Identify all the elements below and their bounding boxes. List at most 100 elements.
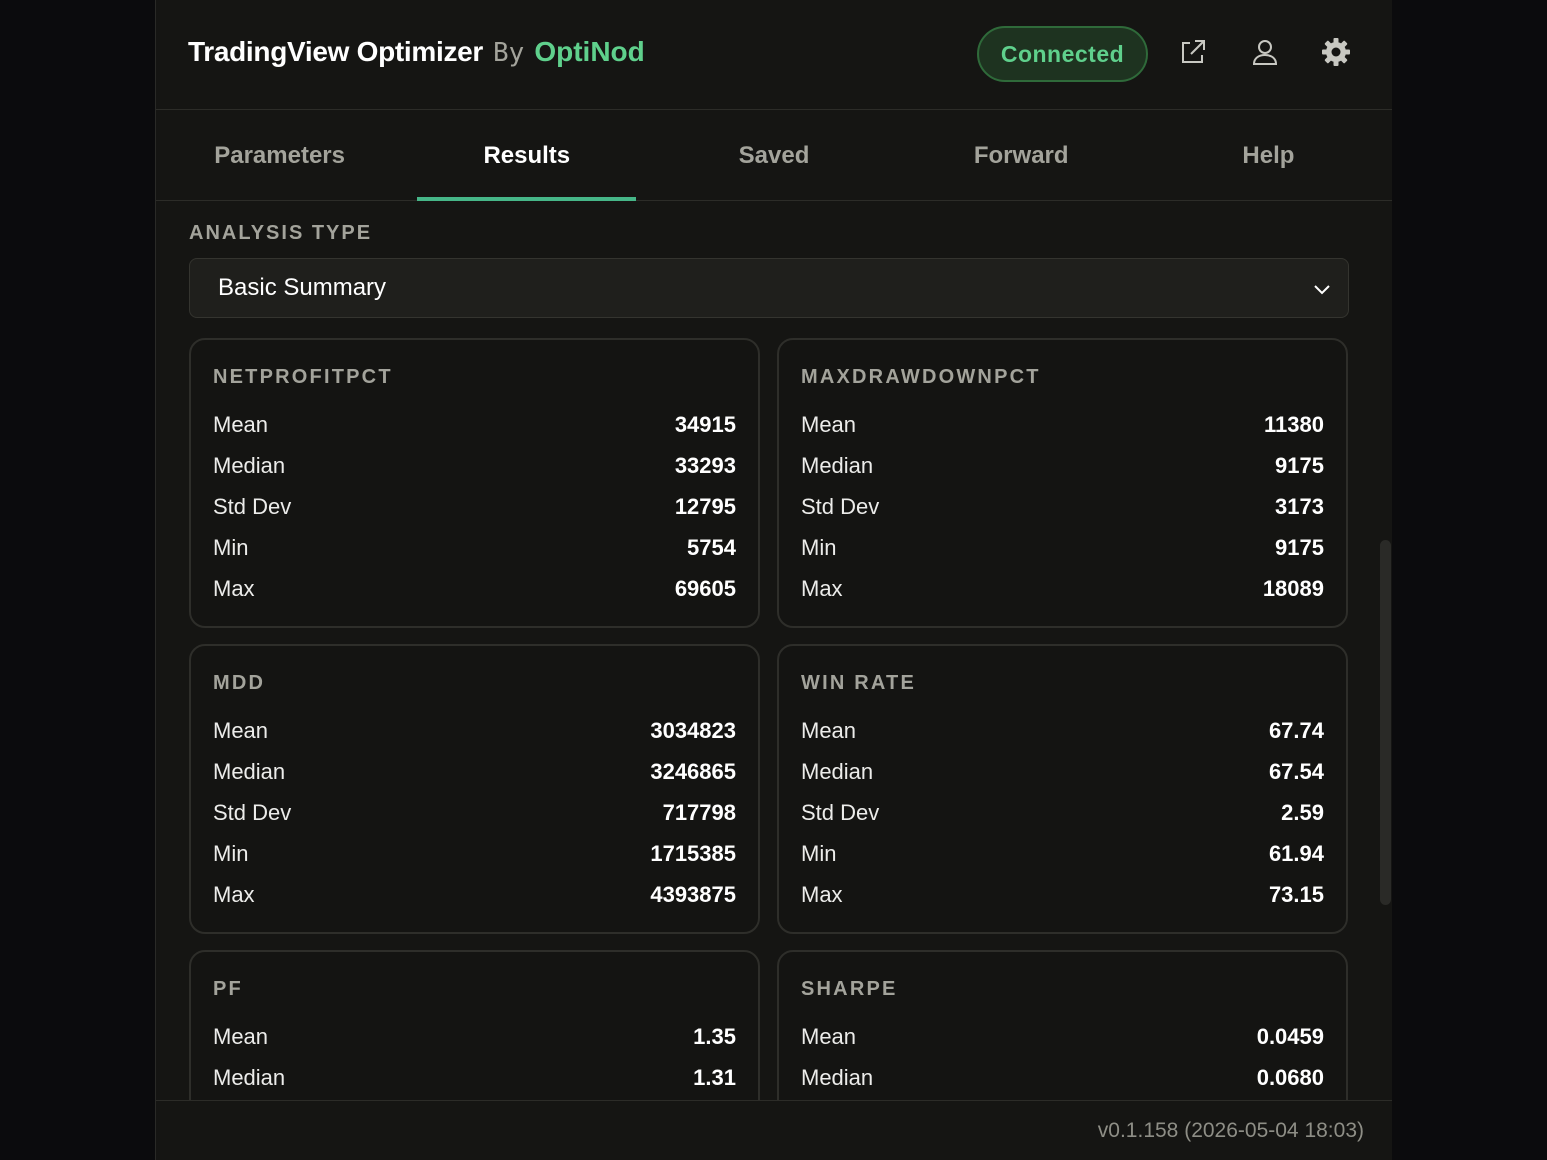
stat-label: Median xyxy=(801,452,874,478)
stat-value: 0.0459 xyxy=(1256,1023,1324,1049)
stat-card-netprofitpct: NETPROFITPCT Mean 34915 Median 33293 Std D… xyxy=(189,338,760,628)
stat-value: 18089 xyxy=(1262,576,1324,602)
card-title: WIN RATE xyxy=(801,672,916,694)
stat-row-median: Median 1.31 xyxy=(213,1057,736,1098)
brand: TradingView Optimizer By OptiNod xyxy=(188,36,645,68)
stat-row-median: Median 3246865 xyxy=(213,751,736,792)
stat-label: Min xyxy=(801,841,837,867)
stat-value: 73.15 xyxy=(1268,882,1324,908)
stat-value: 0.0680 xyxy=(1256,1064,1324,1090)
stat-label: Max xyxy=(213,882,255,908)
scrollbar[interactable] xyxy=(1380,540,1391,905)
stat-value: 11380 xyxy=(1264,411,1324,437)
stat-row-median: Median 67.54 xyxy=(801,751,1324,792)
stat-value: 717798 xyxy=(662,799,736,825)
stat-label: Max xyxy=(801,882,843,908)
stat-label: Mean xyxy=(801,411,857,437)
stat-value: 69605 xyxy=(674,576,736,602)
analysis-type-select[interactable]: Basic Summary xyxy=(189,258,1349,318)
stat-label: Median xyxy=(213,1064,286,1090)
analysis-type-value: Basic Summary xyxy=(218,274,387,301)
stat-value: 4393875 xyxy=(650,882,736,908)
app-name: TradingView Optimizer xyxy=(188,36,484,67)
tab-help[interactable]: Help xyxy=(1145,111,1392,200)
stat-card-mdd: MDD Mean 3034823 Median 3246865 Std Dev 717… xyxy=(189,644,760,934)
stat-row-min: Min 1715385 xyxy=(213,834,736,875)
stat-row-std: Std Dev 3173 xyxy=(801,486,1324,527)
stat-row-min: Min 9175 xyxy=(801,528,1324,569)
card-title: MDD xyxy=(213,672,266,694)
stat-row-std: Std Dev 717798 xyxy=(213,792,736,833)
stat-row-median: Median 0.0680 xyxy=(801,1057,1324,1098)
stat-value: 9175 xyxy=(1275,535,1324,561)
stat-label: Mean xyxy=(213,411,269,437)
stat-value: 2.59 xyxy=(1281,799,1324,825)
stat-value: 61.94 xyxy=(1268,841,1324,867)
stat-card-maxdrawdownpct: MAXDRAWDOWNPCT Mean 11380 Median 9175 Std … xyxy=(777,338,1348,628)
stat-row-mean: Mean 11380 xyxy=(801,404,1324,445)
stat-label: Std Dev xyxy=(213,799,292,825)
stat-value: 34915 xyxy=(674,411,736,437)
connection-status-button[interactable]: Connected xyxy=(977,26,1148,82)
stat-label: Median xyxy=(213,758,286,784)
stat-label: Mean xyxy=(801,717,857,743)
stat-label: Std Dev xyxy=(801,799,880,825)
analysis-type-label: ANALYSIS TYPE xyxy=(189,222,373,244)
tab-forward[interactable]: Forward xyxy=(898,111,1145,200)
footer: v0.1.158 (2026-05-04 18:03) xyxy=(156,1100,1392,1160)
stat-row-mean: Mean 3034823 xyxy=(213,710,736,751)
external-link-icon[interactable] xyxy=(1177,36,1209,68)
stat-card-win-rate: WIN RATE Mean 67.74 Median 67.54 Std Dev 2.… xyxy=(777,644,1348,934)
stat-label: Min xyxy=(213,841,249,867)
user-icon[interactable] xyxy=(1249,36,1281,68)
stat-value: 9175 xyxy=(1275,452,1324,478)
stat-label: Median xyxy=(801,758,874,784)
stat-row-mean: Mean 1.35 xyxy=(213,1016,736,1057)
stat-label: Max xyxy=(801,576,843,602)
stat-value: 33293 xyxy=(674,452,736,478)
stat-label: Median xyxy=(801,1064,874,1090)
brand-by: By xyxy=(493,38,525,68)
stat-value: 1715385 xyxy=(650,841,736,867)
stat-row-max: Max 18089 xyxy=(801,569,1324,610)
stat-value: 1.35 xyxy=(693,1023,736,1049)
stat-row-max: Max 69605 xyxy=(213,569,736,610)
header: TradingView Optimizer By OptiNod Connect… xyxy=(156,0,1392,110)
stat-row-median: Median 9175 xyxy=(801,445,1324,486)
version-label: v0.1.158 (2026-05-04 18:03) xyxy=(1097,1119,1364,1142)
stat-row-std: Std Dev 12795 xyxy=(213,486,736,527)
stat-row-max: Max 73.15 xyxy=(801,875,1324,916)
optimizer-panel: TradingView Optimizer By OptiNod Connect… xyxy=(155,0,1392,1160)
stat-label: Mean xyxy=(213,717,269,743)
stat-row-min: Min 61.94 xyxy=(801,834,1324,875)
gear-icon[interactable] xyxy=(1320,36,1352,68)
card-title: MAXDRAWDOWNPCT xyxy=(801,366,1041,388)
tab-results[interactable]: Results xyxy=(403,111,650,201)
stat-label: Min xyxy=(801,535,837,561)
stat-row-min: Min 5754 xyxy=(213,528,736,569)
card-title: SHARPE xyxy=(801,978,898,1000)
company-name: OptiNod xyxy=(534,36,645,67)
stat-label: Min xyxy=(213,535,249,561)
stat-row-median: Median 33293 xyxy=(213,445,736,486)
stat-label: Mean xyxy=(213,1023,269,1049)
tab-parameters[interactable]: Parameters xyxy=(156,111,403,200)
stat-label: Median xyxy=(213,452,286,478)
stat-row-max: Max 4393875 xyxy=(213,875,736,916)
stat-value: 67.54 xyxy=(1268,758,1324,784)
tab-bar: Parameters Results Saved Forward Help xyxy=(156,111,1392,201)
stat-value: 67.74 xyxy=(1268,717,1324,743)
stat-row-mean: Mean 34915 xyxy=(213,404,736,445)
stat-value: 12795 xyxy=(674,493,736,519)
stat-value: 3246865 xyxy=(650,758,736,784)
card-title: NETPROFITPCT xyxy=(213,366,393,388)
stat-label: Std Dev xyxy=(213,493,292,519)
stat-label: Mean xyxy=(801,1023,857,1049)
stat-row-std: Std Dev 2.59 xyxy=(801,792,1324,833)
tab-saved[interactable]: Saved xyxy=(650,111,897,200)
stat-value: 3034823 xyxy=(650,717,736,743)
stat-value: 5754 xyxy=(687,535,736,561)
chevron-down-icon xyxy=(1314,285,1330,295)
card-title: PF xyxy=(213,978,243,1000)
stat-value: 3173 xyxy=(1275,493,1324,519)
